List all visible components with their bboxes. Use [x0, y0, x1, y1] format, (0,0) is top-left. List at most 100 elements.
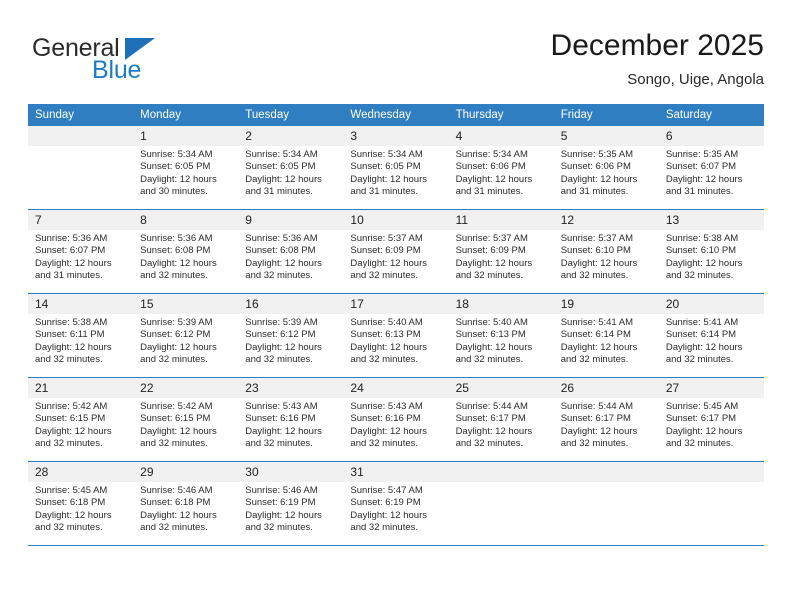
daylight-text-line1: Daylight: 12 hours — [455, 257, 533, 269]
day-details: Sunrise: 5:38 AM Sunset: 6:11 PM Daylight:… — [28, 314, 133, 367]
calendar-day-cell[interactable]: 24 Sunrise: 5:43 AM Sunset: 6:16 PM Dayligh… — [343, 377, 449, 462]
day-details: Sunrise: 5:37 AM Sunset: 6:09 PM Daylight:… — [343, 230, 448, 283]
daylight-text-line2: and 32 minutes. — [665, 438, 734, 450]
day-number: 5 — [553, 126, 659, 146]
calendar-day-cell[interactable]: 27 Sunrise: 5:45 AM Sunset: 6:17 PM Dayligh… — [658, 377, 764, 462]
daylight-text-line1: Daylight: 12 hours — [350, 509, 427, 521]
sunrise-text: Sunrise: 5:46 AM — [245, 485, 318, 496]
weekday-header-monday: Monday — [133, 104, 239, 126]
weekday-header-wednesday: Wednesday — [343, 104, 449, 126]
calendar-day-cell[interactable]: 4 Sunrise: 5:34 AM Sunset: 6:06 PM Daylight… — [448, 126, 554, 210]
sunrise-text: Sunrise: 5:36 AM — [245, 233, 318, 244]
weekday-header-tuesday: Tuesday — [238, 104, 344, 126]
day-details: Sunrise: 5:41 AM Sunset: 6:14 PM Daylight:… — [554, 314, 659, 367]
daylight-text-line1: Daylight: 12 hours — [350, 341, 427, 353]
daylight-text-line2: and 32 minutes. — [455, 354, 524, 366]
daylight-text-line1: Daylight: 12 hours — [455, 173, 533, 185]
sunset-text: Sunset: 6:17 PM — [665, 413, 737, 425]
day-number: 24 — [343, 378, 449, 398]
calendar-day-cell[interactable]: 25 Sunrise: 5:44 AM Sunset: 6:17 PM Dayligh… — [448, 377, 554, 462]
calendar-day-cell[interactable]: 26 Sunrise: 5:44 AM Sunset: 6:17 PM Dayligh… — [553, 377, 659, 462]
calendar-day-cell[interactable]: 28 Sunrise: 5:45 AM Sunset: 6:18 PM Dayligh… — [28, 461, 134, 546]
calendar-day-cell[interactable]: 12 Sunrise: 5:37 AM Sunset: 6:10 PM Dayligh… — [553, 209, 659, 294]
weekday-header-thursday: Thursday — [448, 104, 554, 126]
calendar-day-cell[interactable]: 13 Sunrise: 5:38 AM Sunset: 6:10 PM Dayligh… — [658, 209, 764, 294]
calendar-day-cell[interactable]: 11 Sunrise: 5:37 AM Sunset: 6:09 PM Dayligh… — [448, 209, 554, 294]
day-number: 17 — [343, 294, 449, 314]
calendar-day-cell[interactable]: 30 Sunrise: 5:46 AM Sunset: 6:19 PM Dayligh… — [238, 461, 344, 546]
calendar-day-cell[interactable]: 20 Sunrise: 5:41 AM Sunset: 6:14 PM Dayligh… — [658, 293, 764, 378]
page-title: December 2025 — [550, 29, 764, 62]
day-details: Sunrise: 5:40 AM Sunset: 6:13 PM Daylight:… — [449, 314, 554, 367]
sunset-text: Sunset: 6:05 PM — [350, 161, 421, 173]
weekday-header-friday: Friday — [553, 104, 659, 126]
brand-logo[interactable]: General Blue — [32, 34, 212, 90]
day-details: Sunrise: 5:34 AM Sunset: 6:05 PM Daylight:… — [133, 146, 238, 199]
day-number: 2 — [238, 126, 344, 146]
calendar-day-cell[interactable]: 7 Sunrise: 5:36 AM Sunset: 6:07 PM Daylight… — [28, 209, 134, 294]
daylight-text-line1: Daylight: 12 hours — [560, 257, 638, 269]
calendar-day-cell[interactable]: 8 Sunrise: 5:36 AM Sunset: 6:08 PM Daylight… — [133, 209, 239, 294]
sunset-text: Sunset: 6:12 PM — [245, 329, 316, 341]
daylight-text-line1: Daylight: 12 hours — [455, 425, 533, 437]
calendar-page: General Blue December 2025 Songo, Uige, … — [0, 0, 792, 612]
sunrise-text: Sunrise: 5:44 AM — [560, 401, 634, 412]
daylight-text-line2: and 32 minutes. — [665, 270, 734, 282]
daylight-text-line2: and 32 minutes. — [350, 354, 419, 366]
sunset-text: Sunset: 6:19 PM — [350, 497, 421, 509]
daylight-text-line1: Daylight: 12 hours — [35, 341, 112, 353]
daylight-text-line1: Daylight: 12 hours — [245, 425, 322, 437]
day-number: 9 — [238, 210, 344, 230]
calendar-header-row: Sunday Monday Tuesday Wednesday Thursday… — [28, 104, 764, 126]
daylight-text-line1: Daylight: 12 hours — [35, 425, 112, 437]
daylight-text-line2: and 32 minutes. — [140, 438, 208, 450]
calendar-day-cell[interactable]: 6 Sunrise: 5:35 AM Sunset: 6:07 PM Daylight… — [658, 126, 764, 210]
day-details: Sunrise: 5:35 AM Sunset: 6:06 PM Daylight:… — [554, 146, 659, 199]
day-number: 23 — [238, 378, 344, 398]
day-number: 10 — [343, 210, 449, 230]
calendar-day-cell[interactable]: 22 Sunrise: 5:42 AM Sunset: 6:15 PM Dayligh… — [133, 377, 239, 462]
calendar-day-cell[interactable]: 2 Sunrise: 5:34 AM Sunset: 6:05 PM Daylight… — [238, 126, 344, 210]
calendar-day-cell[interactable]: 17 Sunrise: 5:40 AM Sunset: 6:13 PM Dayligh… — [343, 293, 449, 378]
calendar-day-cell[interactable]: 19 Sunrise: 5:41 AM Sunset: 6:14 PM Dayligh… — [553, 293, 659, 378]
daylight-text-line1: Daylight: 12 hours — [665, 257, 743, 269]
calendar-day-cell[interactable]: 9 Sunrise: 5:36 AM Sunset: 6:08 PM Daylight… — [238, 209, 344, 294]
day-number — [553, 462, 659, 482]
sunset-text: Sunset: 6:17 PM — [455, 413, 526, 425]
daylight-text-line2: and 31 minutes. — [455, 186, 524, 198]
daylight-text-line2: and 32 minutes. — [560, 354, 629, 366]
calendar-day-cell[interactable]: 21 Sunrise: 5:42 AM Sunset: 6:15 PM Dayligh… — [28, 377, 134, 462]
day-details: Sunrise: 5:36 AM Sunset: 6:07 PM Daylight:… — [28, 230, 133, 283]
day-number: 8 — [133, 210, 239, 230]
calendar-day-cell[interactable]: 5 Sunrise: 5:35 AM Sunset: 6:06 PM Daylight… — [553, 126, 659, 210]
calendar-day-cell[interactable]: 29 Sunrise: 5:46 AM Sunset: 6:18 PM Dayligh… — [133, 461, 239, 546]
calendar-day-cell[interactable]: 16 Sunrise: 5:39 AM Sunset: 6:12 PM Dayligh… — [238, 293, 344, 378]
sunset-text: Sunset: 6:19 PM — [245, 497, 316, 509]
day-number: 22 — [133, 378, 239, 398]
weekday-header-saturday: Saturday — [658, 104, 764, 126]
calendar-day-cell[interactable]: 1 Sunrise: 5:34 AM Sunset: 6:05 PM Daylight… — [133, 126, 239, 210]
calendar-day-cell[interactable]: 10 Sunrise: 5:37 AM Sunset: 6:09 PM Dayligh… — [343, 209, 449, 294]
daylight-text-line1: Daylight: 12 hours — [140, 425, 217, 437]
daylight-text-line2: and 32 minutes. — [245, 270, 313, 282]
calendar-day-cell[interactable]: 15 Sunrise: 5:39 AM Sunset: 6:12 PM Dayligh… — [133, 293, 239, 378]
calendar-day-cell-empty — [448, 461, 554, 546]
calendar-day-cell[interactable]: 23 Sunrise: 5:43 AM Sunset: 6:16 PM Dayligh… — [238, 377, 344, 462]
sunrise-text: Sunrise: 5:35 AM — [560, 149, 634, 160]
calendar-day-cell[interactable]: 14 Sunrise: 5:38 AM Sunset: 6:11 PM Dayligh… — [28, 293, 134, 378]
calendar-day-cell[interactable]: 3 Sunrise: 5:34 AM Sunset: 6:05 PM Daylight… — [343, 126, 449, 210]
day-details: Sunrise: 5:34 AM Sunset: 6:05 PM Daylight:… — [343, 146, 448, 199]
calendar-week-row: 7 Sunrise: 5:36 AM Sunset: 6:07 PM Daylight… — [28, 209, 764, 294]
daylight-text-line2: and 32 minutes. — [140, 522, 208, 534]
daylight-text-line2: and 31 minutes. — [245, 186, 313, 198]
daylight-text-line2: and 32 minutes. — [455, 438, 524, 450]
day-number: 15 — [133, 294, 239, 314]
weekday-header-sunday: Sunday — [28, 104, 134, 126]
calendar-day-cell[interactable]: 31 Sunrise: 5:47 AM Sunset: 6:19 PM Dayligh… — [343, 461, 449, 546]
calendar-day-cell[interactable]: 18 Sunrise: 5:40 AM Sunset: 6:13 PM Dayligh… — [448, 293, 554, 378]
sunset-text: Sunset: 6:10 PM — [560, 245, 631, 257]
sunrise-text: Sunrise: 5:47 AM — [350, 485, 423, 496]
sunrise-text: Sunrise: 5:41 AM — [665, 317, 739, 328]
sunset-text: Sunset: 6:15 PM — [140, 413, 211, 425]
sunset-text: Sunset: 6:16 PM — [245, 413, 316, 425]
